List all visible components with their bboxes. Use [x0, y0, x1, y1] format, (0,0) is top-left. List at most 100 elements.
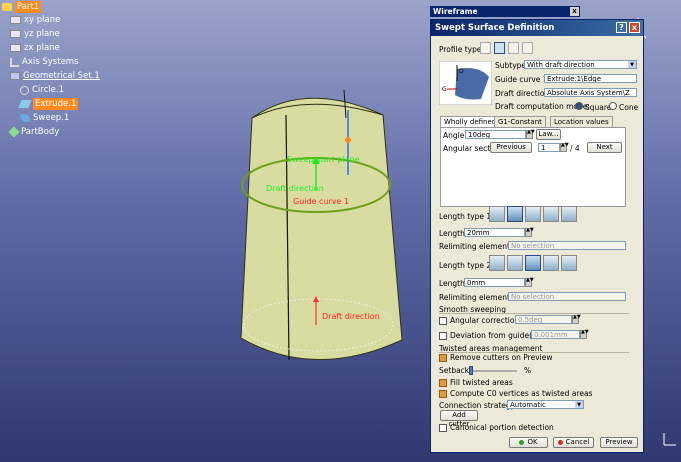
- draft-direction-field[interactable]: Absolute Axis System\Z: [544, 88, 637, 97]
- close-button[interactable]: x: [629, 22, 640, 33]
- checkbox-icon: [439, 332, 447, 340]
- angular-correction-checkbox[interactable]: Angular correction:: [439, 316, 522, 325]
- tree-item-label: Geometrical Set.1: [23, 71, 100, 81]
- tree-item-part1[interactable]: Part1: [2, 1, 42, 13]
- tab-g1-constant[interactable]: G1-Constant: [494, 116, 546, 127]
- tree-item-extrude[interactable]: Extrude.1: [18, 98, 79, 110]
- tree-item-circle[interactable]: Circle.1: [20, 84, 64, 96]
- preview-d-label: D: [459, 68, 464, 75]
- guide-curve-field[interactable]: Extrude.1\Edge: [544, 74, 637, 83]
- compute-c0-checkbox[interactable]: Compute C0 vertices as twisted areas: [439, 389, 592, 398]
- length-type2-label: Length type 2:: [439, 261, 494, 270]
- tree-item-axis-systems[interactable]: Axis Systems: [10, 56, 78, 68]
- draft-direction-bottom-label: Draft direction: [322, 312, 380, 321]
- preview-g-label: G: [442, 86, 447, 93]
- length-type2-from-extremum-icon[interactable]: [543, 255, 559, 271]
- length-type1-standard-icon[interactable]: [489, 206, 505, 222]
- length2-field[interactable]: 0mm: [464, 278, 525, 287]
- axis-systems-icon: [10, 57, 19, 67]
- tree-item-label: Part1: [15, 1, 42, 13]
- length-type2-along-surface-icon[interactable]: [561, 255, 577, 271]
- setback-label: Setback: [439, 366, 470, 375]
- length-type2-none-icon[interactable]: [507, 255, 523, 271]
- wireframe-toolbar[interactable]: Wireframe x: [430, 6, 580, 17]
- sweep-icon: [20, 114, 30, 122]
- tree-item-yz-plane[interactable]: yz plane: [10, 28, 60, 40]
- length1-spinner[interactable]: ▲▼: [525, 228, 534, 237]
- length-type1-from-to-icon[interactable]: [525, 206, 541, 222]
- profile-type-label: Profile type:: [439, 45, 484, 54]
- cancel-label: Cancel: [565, 438, 590, 446]
- tree-item-zx-plane[interactable]: zx plane: [10, 42, 60, 54]
- dialog-title-bar[interactable]: Swept Surface Definition ? x: [431, 20, 643, 36]
- ok-icon: [519, 439, 525, 445]
- tree-item-label: yz plane: [24, 29, 60, 39]
- profile-type-circle-icon[interactable]: [508, 42, 519, 54]
- angular-correction-field[interactable]: 0.5deg: [515, 315, 572, 324]
- angle-spinner[interactable]: ▲▼: [526, 130, 535, 139]
- compute-c0-label: Compute C0 vertices as twisted areas: [450, 389, 593, 398]
- profile-type-line-icon[interactable]: [494, 42, 505, 54]
- subtype-select[interactable]: With draft direction ▼: [524, 60, 637, 69]
- deviation-field[interactable]: 0.001mm: [531, 330, 580, 339]
- add-cutter-button[interactable]: Add cutter: [440, 410, 478, 428]
- length-type2-from-to-icon[interactable]: [525, 255, 541, 271]
- sweep-point[interactable]: [345, 137, 351, 143]
- tree-item-geometrical-set[interactable]: Geometrical Set.1: [10, 70, 100, 82]
- length-type1-none-icon[interactable]: [507, 206, 523, 222]
- canonical-checkbox[interactable]: Canonical portion detection: [439, 423, 554, 432]
- cancel-button[interactable]: Cancel: [553, 437, 594, 448]
- next-button[interactable]: Next: [587, 142, 622, 153]
- length-type1-along-surface-icon[interactable]: [561, 206, 577, 222]
- extrude-icon: [18, 100, 32, 108]
- tree-item-xy-plane[interactable]: xy plane: [10, 14, 60, 26]
- mode-square-radio[interactable]: Square: [575, 102, 611, 112]
- ok-button[interactable]: OK: [509, 437, 548, 448]
- plane-icon: [10, 44, 21, 52]
- profile-type-explicit-icon[interactable]: [480, 42, 491, 54]
- angular-correction-label: Angular correction:: [450, 316, 522, 325]
- canonical-label: Canonical portion detection: [450, 423, 554, 432]
- remove-cutters-label: Remove cutters on Preview: [450, 353, 553, 362]
- length-type1-label: Length type 1:: [439, 212, 494, 221]
- guide-curve-label: Guide curve 1: [293, 197, 350, 206]
- setback-slider-track[interactable]: [469, 370, 517, 372]
- angle-field[interactable]: 10deg: [465, 130, 526, 139]
- preview-button[interactable]: Preview: [600, 437, 638, 448]
- setback-slider-thumb[interactable]: [469, 366, 474, 375]
- tree-item-label: zx plane: [24, 43, 60, 53]
- tree-item-label: Extrude.1: [33, 98, 79, 110]
- length2-spinner[interactable]: ▲▼: [525, 278, 534, 287]
- tree-item-sweep[interactable]: Sweep.1: [20, 112, 69, 124]
- tab-panel: [440, 127, 626, 207]
- profile-type-conic-icon[interactable]: [522, 42, 533, 54]
- mode-cone-radio[interactable]: Cone: [609, 102, 638, 112]
- angular-correction-spinner[interactable]: ▲▼: [572, 315, 581, 324]
- setback-unit: %: [524, 366, 532, 375]
- radio-off-icon: [609, 102, 617, 110]
- help-button[interactable]: ?: [616, 22, 627, 33]
- tree-item-partbody[interactable]: PartBody: [8, 126, 59, 138]
- sector-spinner[interactable]: ▲▼: [560, 143, 569, 152]
- remove-cutters-checkbox[interactable]: Remove cutters on Preview: [439, 353, 553, 362]
- toolbar-close-button[interactable]: x: [570, 7, 579, 16]
- length1-field[interactable]: 20mm: [464, 228, 525, 237]
- connection-strategy-select[interactable]: Automatic ▼: [507, 400, 584, 409]
- law-button[interactable]: Law...: [536, 129, 561, 140]
- length-type2-standard-icon[interactable]: [489, 255, 505, 271]
- sector-field[interactable]: 1: [538, 143, 560, 152]
- wireframe-toolbar-title: Wireframe: [433, 7, 478, 16]
- radio-on-icon: [575, 102, 583, 110]
- tab-location-values[interactable]: Location values: [550, 116, 613, 127]
- previous-button[interactable]: Previous: [490, 142, 532, 153]
- length-type1-from-extremum-icon[interactable]: [543, 206, 559, 222]
- chevron-down-icon: ▼: [628, 61, 636, 68]
- relimiting1-field[interactable]: No selection: [508, 241, 626, 250]
- checkbox-icon: [439, 317, 447, 325]
- deviation-spinner[interactable]: ▲▼: [580, 330, 589, 339]
- relimiting2-field[interactable]: No selection: [508, 292, 626, 301]
- deviation-checkbox[interactable]: Deviation from guide(s):: [439, 331, 541, 340]
- connection-strategy-label: Connection strategy:: [439, 401, 518, 410]
- swept-surface-dialog: Swept Surface Definition ? x Profile typ…: [430, 19, 644, 453]
- fill-twisted-checkbox[interactable]: Fill twisted areas: [439, 378, 513, 387]
